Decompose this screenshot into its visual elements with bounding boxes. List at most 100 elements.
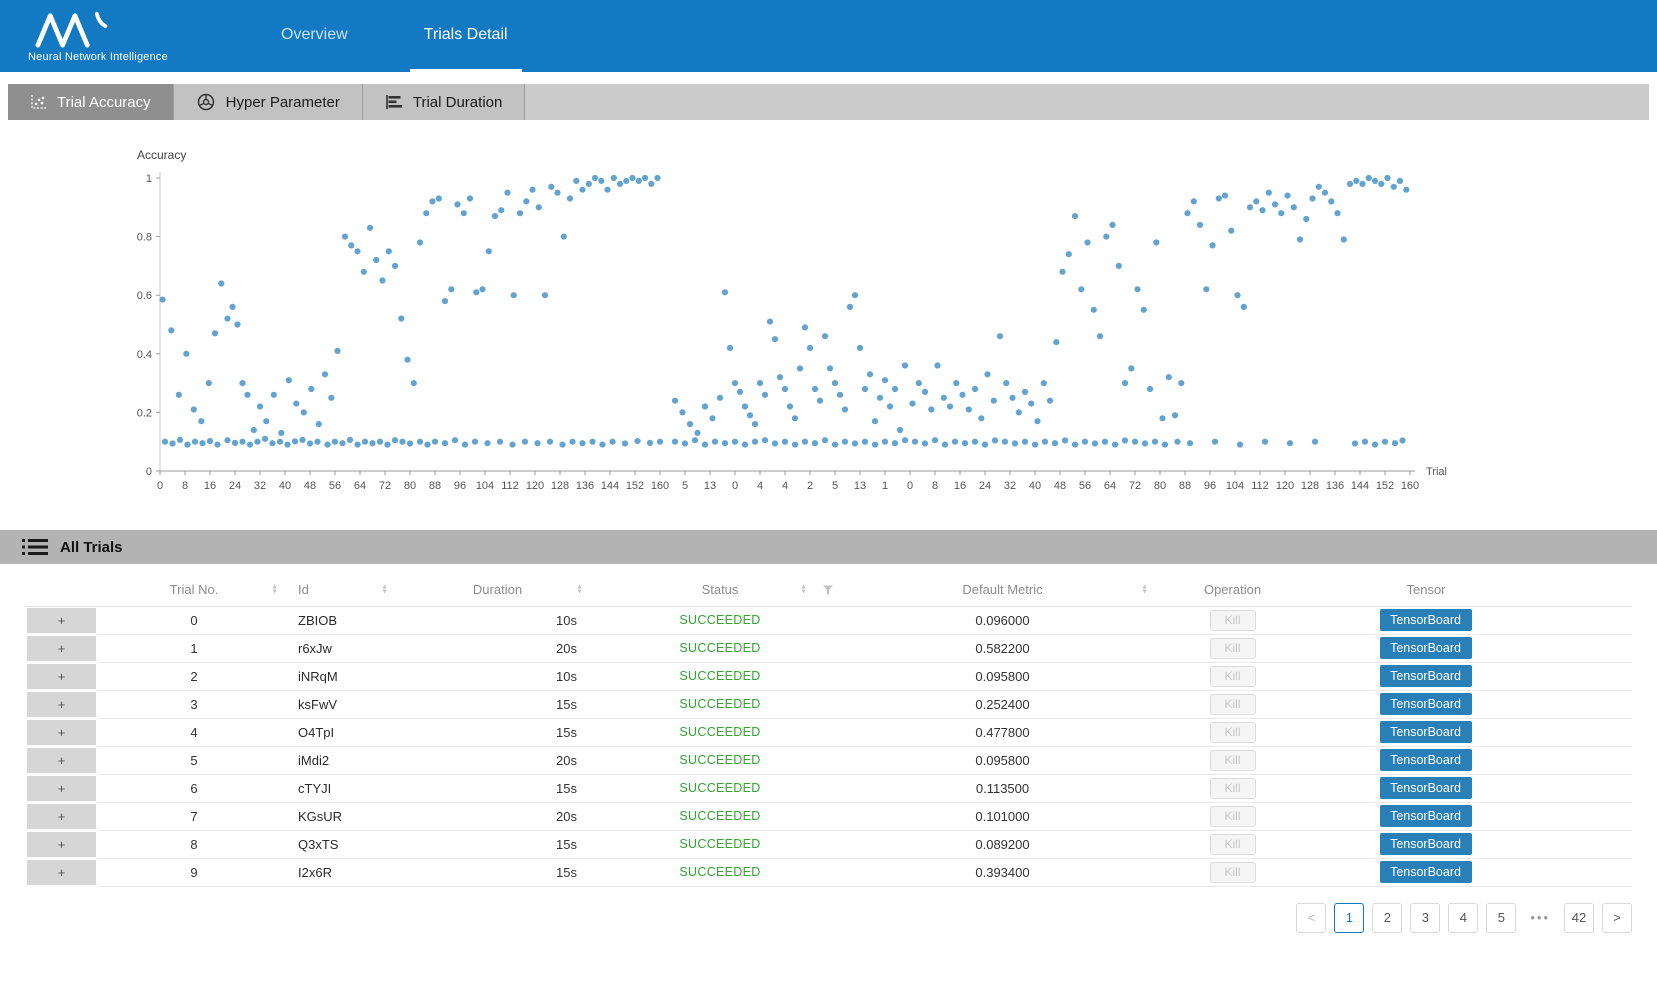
scatter-point[interactable] <box>1092 440 1098 446</box>
scatter-point[interactable] <box>1353 178 1359 184</box>
scatter-point[interactable] <box>1128 365 1134 371</box>
scatter-point[interactable] <box>1287 440 1293 446</box>
scatter-point[interactable] <box>229 304 235 310</box>
kill-button[interactable]: Kill <box>1210 834 1256 855</box>
scatter-point[interactable] <box>941 395 947 401</box>
scatter-point[interactable] <box>947 403 953 409</box>
scatter-point[interactable] <box>472 439 478 445</box>
scatter-point[interactable] <box>324 442 330 448</box>
scatter-point[interactable] <box>239 439 245 445</box>
scatter-point[interactable] <box>561 234 567 240</box>
scatter-point[interactable] <box>176 392 182 398</box>
scatter-point[interactable] <box>423 210 429 216</box>
scatter-point[interactable] <box>1372 178 1378 184</box>
scatter-point[interactable] <box>271 392 277 398</box>
tensorboard-button[interactable]: TensorBoard <box>1380 609 1472 631</box>
expand-row-button[interactable]: + <box>27 664 96 689</box>
scatter-point[interactable] <box>159 297 165 303</box>
scatter-point[interactable] <box>872 442 878 448</box>
scatter-point[interactable] <box>654 175 660 181</box>
scatter-point[interactable] <box>509 442 515 448</box>
scatter-point[interactable] <box>694 430 700 436</box>
scatter-point[interactable] <box>461 210 467 216</box>
scatter-point[interactable] <box>928 406 934 412</box>
scatter-point[interactable] <box>982 442 988 448</box>
scatter-point[interactable] <box>1172 412 1178 418</box>
page-button-3[interactable]: 3 <box>1410 903 1440 933</box>
scatter-point[interactable] <box>377 439 383 445</box>
scatter-point[interactable] <box>1187 440 1193 446</box>
scatter-point[interactable] <box>1309 195 1315 201</box>
expand-row-button[interactable]: + <box>27 804 96 829</box>
scatter-point[interactable] <box>962 440 968 446</box>
scatter-point[interactable] <box>277 439 283 445</box>
scatter-point[interactable] <box>1041 380 1047 386</box>
scatter-point[interactable] <box>1284 193 1290 199</box>
scatter-point[interactable] <box>1109 222 1115 228</box>
scatter-point[interactable] <box>547 439 553 445</box>
scatter-point[interactable] <box>742 403 748 409</box>
scatter-point[interactable] <box>1102 439 1108 445</box>
scatter-point[interactable] <box>548 184 554 190</box>
tensorboard-button[interactable]: TensorBoard <box>1380 805 1472 827</box>
scatter-point[interactable] <box>792 415 798 421</box>
scatter-point[interactable] <box>902 437 908 443</box>
scatter-point[interactable] <box>1403 187 1409 193</box>
scatter-point[interactable] <box>448 286 454 292</box>
prev-page-button[interactable]: < <box>1296 903 1326 933</box>
scatter-point[interactable] <box>1259 207 1265 213</box>
scatter-point[interactable] <box>1122 380 1128 386</box>
scatter-point[interactable] <box>882 439 888 445</box>
scatter-point[interactable] <box>347 437 353 443</box>
kill-button[interactable]: Kill <box>1210 862 1256 883</box>
page-button-5[interactable]: 5 <box>1486 903 1516 933</box>
scatter-point[interactable] <box>953 380 959 386</box>
tab-trials-detail[interactable]: Trials Detail <box>410 0 522 72</box>
scatter-point[interactable] <box>1272 201 1278 207</box>
scatter-point[interactable] <box>992 437 998 443</box>
scatter-point[interactable] <box>1134 286 1140 292</box>
scatter-point[interactable] <box>467 195 473 201</box>
scatter-point[interactable] <box>361 269 367 275</box>
page-button-4[interactable]: 4 <box>1448 903 1478 933</box>
scatter-point[interactable] <box>862 439 868 445</box>
scatter-point[interactable] <box>1203 286 1209 292</box>
scatter-point[interactable] <box>362 439 368 445</box>
scatter-point[interactable] <box>942 442 948 448</box>
scatter-point[interactable] <box>522 439 528 445</box>
scatter-point[interactable] <box>1042 439 1048 445</box>
kill-button[interactable]: Kill <box>1210 610 1256 631</box>
scatter-point[interactable] <box>328 395 334 401</box>
scatter-point[interactable] <box>284 442 290 448</box>
scatter-point[interactable] <box>269 440 275 446</box>
scatter-point[interactable] <box>797 365 803 371</box>
scatter-point[interactable] <box>742 442 748 448</box>
scatter-point[interactable] <box>554 190 560 196</box>
scatter-point[interactable] <box>852 440 858 446</box>
sort-icon[interactable]: ▲▼ <box>800 584 807 595</box>
scatter-point[interactable] <box>1178 380 1184 386</box>
scatter-point[interactable] <box>1352 440 1358 446</box>
scatter-point[interactable] <box>842 406 848 412</box>
scatter-point[interactable] <box>191 406 197 412</box>
sort-icon[interactable]: ▲▼ <box>271 584 278 595</box>
kill-button[interactable]: Kill <box>1210 750 1256 771</box>
scatter-point[interactable] <box>636 178 642 184</box>
scatter-point[interactable] <box>862 386 868 392</box>
scatter-point[interactable] <box>218 280 224 286</box>
scatter-point[interactable] <box>1399 437 1405 443</box>
scatter-point[interactable] <box>567 195 573 201</box>
scatter-point[interactable] <box>1066 251 1072 257</box>
scatter-point[interactable] <box>1397 178 1403 184</box>
kill-button[interactable]: Kill <box>1210 806 1256 827</box>
tensorboard-button[interactable]: TensorBoard <box>1380 665 1472 687</box>
scatter-point[interactable] <box>517 210 523 216</box>
expand-row-button[interactable]: + <box>27 608 96 633</box>
scatter-point[interactable] <box>511 292 517 298</box>
scatter-point[interactable] <box>1078 286 1084 292</box>
scatter-point[interactable] <box>523 198 529 204</box>
scatter-point[interactable] <box>872 418 878 424</box>
scatter-point[interactable] <box>709 415 715 421</box>
scatter-point[interactable] <box>916 380 922 386</box>
scatter-point[interactable] <box>1247 204 1253 210</box>
